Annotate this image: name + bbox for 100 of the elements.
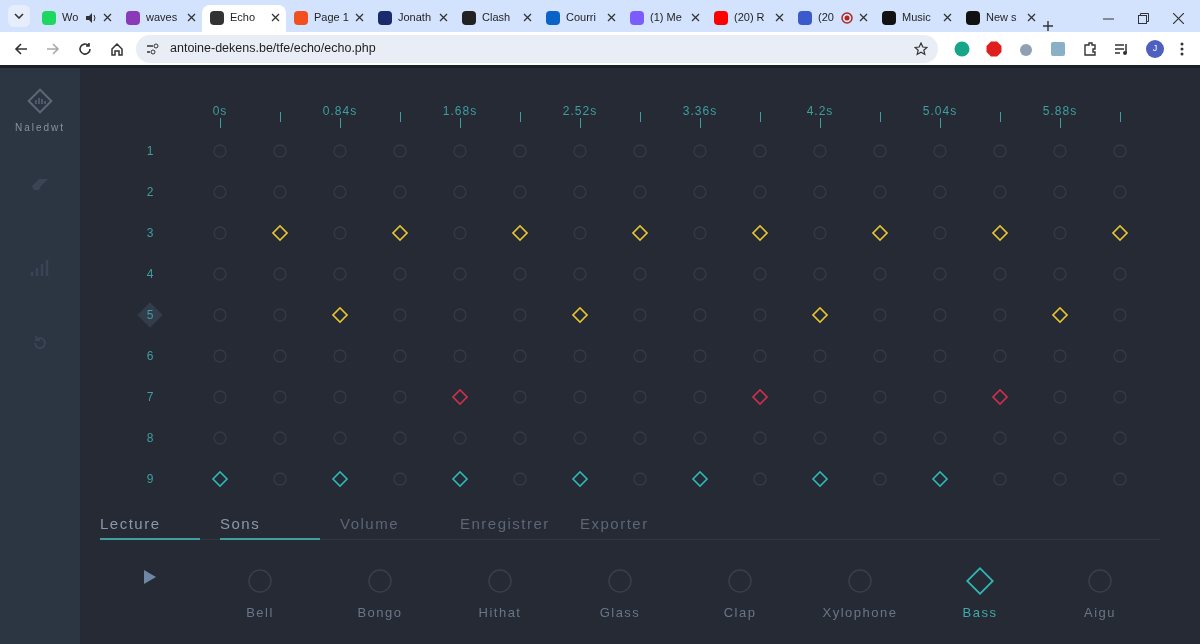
browser-tab[interactable]: (20) R: [706, 5, 790, 32]
browser-tab[interactable]: Courri: [538, 5, 622, 32]
tick-mark: [639, 112, 641, 122]
tick-mark: [999, 112, 1001, 122]
instrument-button[interactable]: Clap: [680, 565, 800, 623]
extension-icon[interactable]: [954, 40, 970, 57]
close-icon: [607, 13, 616, 22]
step-marker[interactable]: [211, 469, 229, 488]
instrument-button[interactable]: Glass: [560, 565, 680, 623]
panel-tab[interactable]: Exporter: [580, 511, 680, 540]
close-icon: [775, 13, 784, 22]
close-icon: [943, 13, 952, 22]
tick-mark: [579, 118, 581, 128]
profile-avatar[interactable]: J: [1146, 39, 1164, 58]
track-number[interactable]: 1: [137, 137, 163, 164]
time-label: 0s: [212, 104, 228, 118]
close-icon: [523, 13, 532, 22]
back-icon[interactable]: [14, 41, 28, 56]
time-label: 1.68s: [442, 104, 478, 118]
panel-tab[interactable]: Volume: [340, 511, 440, 540]
close-icon: [439, 13, 448, 22]
close-icon: [355, 13, 364, 22]
step-marker[interactable]: [451, 469, 469, 488]
track-number[interactable]: 8: [137, 424, 163, 451]
instrument-button[interactable]: Hithat: [440, 565, 560, 623]
browser-tab[interactable]: Clash: [454, 5, 538, 32]
tick-mark: [339, 118, 341, 128]
time-label: 3.36s: [682, 104, 718, 118]
close-icon: [103, 13, 112, 22]
chevron-down-icon: [14, 13, 24, 19]
tick-mark: [219, 118, 221, 128]
step-marker[interactable]: [331, 469, 349, 488]
track-number[interactable]: 9: [137, 465, 163, 492]
step-marker[interactable]: [751, 387, 769, 406]
close-icon: [691, 13, 700, 22]
tick-mark: [1059, 118, 1061, 128]
time-label: 4.2s: [806, 104, 834, 118]
close-icon: [187, 13, 196, 22]
browser-tab[interactable]: New s: [958, 5, 1042, 32]
extension-icon[interactable]: [1050, 40, 1066, 57]
browser-tab[interactable]: Echo: [202, 5, 286, 32]
panel-tab[interactable]: Sons: [220, 511, 320, 540]
close-icon: [271, 13, 280, 22]
instrument-button[interactable]: Bongo: [320, 565, 440, 623]
track-number[interactable]: 5: [137, 301, 163, 328]
browser-tab[interactable]: (20: [790, 5, 874, 32]
restore-icon[interactable]: [1138, 13, 1149, 24]
browser-tab[interactable]: Page 1: [286, 5, 370, 32]
track-number[interactable]: 6: [137, 342, 163, 369]
browser-tab[interactable]: waves: [118, 5, 202, 32]
tick-mark: [399, 112, 401, 122]
instrument-button[interactable]: Xylophone: [800, 565, 920, 623]
tick-mark: [459, 118, 461, 128]
time-label: 2.52s: [562, 104, 598, 118]
tick-mark: [759, 112, 761, 122]
panel-tab[interactable]: Enregistrer: [460, 511, 560, 540]
brand-name: Naledwt: [14, 121, 66, 135]
track-number[interactable]: 2: [137, 178, 163, 205]
extension-icon[interactable]: [986, 40, 1002, 57]
instrument-button[interactable]: Aigu: [1040, 565, 1160, 623]
step-marker[interactable]: [991, 387, 1009, 406]
time-label: 5.88s: [1042, 104, 1078, 118]
browser-tab[interactable]: Music: [874, 5, 958, 32]
play-icon[interactable]: [143, 569, 157, 585]
track-number[interactable]: 7: [137, 383, 163, 410]
media-icon[interactable]: [1114, 41, 1130, 56]
close-icon: [1027, 13, 1036, 22]
panel-tab[interactable]: Lecture: [100, 511, 200, 540]
browser-tab[interactable]: Wo: [34, 5, 118, 32]
close-icon[interactable]: [1173, 13, 1184, 24]
tick-mark: [279, 112, 281, 122]
browser-tab[interactable]: Jonath: [370, 5, 454, 32]
instrument-button[interactable]: Bell: [200, 565, 320, 623]
tick-mark: [939, 118, 941, 128]
instrument-button[interactable]: Bass: [920, 565, 1040, 623]
step-marker[interactable]: [691, 469, 709, 488]
close-icon: [859, 13, 868, 22]
step-marker[interactable]: [811, 469, 829, 488]
tab-search-button[interactable]: [8, 5, 30, 27]
step-marker[interactable]: [451, 387, 469, 406]
browser-tab[interactable]: (1) Me: [622, 5, 706, 32]
tick-mark: [699, 118, 701, 128]
step-marker[interactable]: [571, 469, 589, 488]
bookmark-star-icon[interactable]: [914, 41, 928, 56]
home-icon[interactable]: [110, 41, 124, 56]
forward-icon[interactable]: [46, 41, 60, 56]
site-settings-icon[interactable]: [146, 42, 160, 55]
menu-icon[interactable]: [1180, 41, 1184, 56]
step-marker[interactable]: [931, 469, 949, 488]
track-number[interactable]: 3: [137, 219, 163, 246]
tick-mark: [519, 112, 521, 122]
new-tab-icon[interactable]: [1042, 20, 1054, 32]
track-number[interactable]: 4: [137, 260, 163, 287]
puzzle-icon[interactable]: [1082, 40, 1098, 57]
minimize-icon[interactable]: [1103, 17, 1114, 20]
tick-mark: [1119, 112, 1121, 122]
time-label: 5.04s: [922, 104, 958, 118]
reload-icon[interactable]: [78, 41, 92, 56]
tick-mark: [879, 112, 881, 122]
time-label: 0.84s: [322, 104, 358, 118]
